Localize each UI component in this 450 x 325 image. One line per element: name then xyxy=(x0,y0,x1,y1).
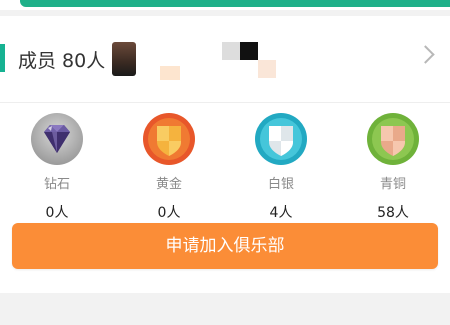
top-strip xyxy=(0,0,450,10)
diamond-icon xyxy=(31,113,83,165)
header-bar xyxy=(20,0,450,7)
club-card: 成员 80人 钻石 0人 黄金 0人 白银 4人 青铜 58人 申请加入俱乐部 xyxy=(0,16,450,293)
level-count: 0人 xyxy=(45,205,69,221)
level-count: 4人 xyxy=(269,205,293,221)
silver-shield-icon xyxy=(255,113,307,165)
level-gold[interactable]: 黄金 0人 xyxy=(114,112,224,222)
member-levels: 钻石 0人 黄金 0人 白银 4人 青铜 58人 xyxy=(0,112,450,222)
level-count: 0人 xyxy=(157,205,181,221)
level-name: 黄金 xyxy=(155,177,182,192)
avatar[interactable] xyxy=(160,66,180,80)
level-diamond[interactable]: 钻石 0人 xyxy=(2,112,112,222)
avatar[interactable] xyxy=(240,42,258,60)
members-label: 成员 80人 xyxy=(18,50,106,72)
level-name: 青铜 xyxy=(379,177,406,192)
avatar[interactable] xyxy=(222,42,240,60)
bronze-shield-icon xyxy=(367,113,419,165)
join-club-button[interactable]: 申请加入俱乐部 xyxy=(12,223,438,269)
section-accent xyxy=(0,44,5,72)
level-count: 58人 xyxy=(377,205,409,221)
club-page: 成员 80人 钻石 0人 黄金 0人 白银 4人 青铜 58人 申请加入俱乐部 xyxy=(0,0,450,325)
member-avatars xyxy=(104,38,294,82)
avatar[interactable] xyxy=(112,42,136,76)
gold-shield-icon xyxy=(143,113,195,165)
level-name: 白银 xyxy=(267,177,294,192)
avatar[interactable] xyxy=(258,60,276,78)
level-silver[interactable]: 白银 4人 xyxy=(226,112,336,222)
level-name: 钻石 xyxy=(43,177,70,192)
chevron-right-icon[interactable] xyxy=(416,45,435,64)
members-row[interactable]: 成员 80人 xyxy=(0,16,450,103)
level-bronze[interactable]: 青铜 58人 xyxy=(338,112,448,222)
